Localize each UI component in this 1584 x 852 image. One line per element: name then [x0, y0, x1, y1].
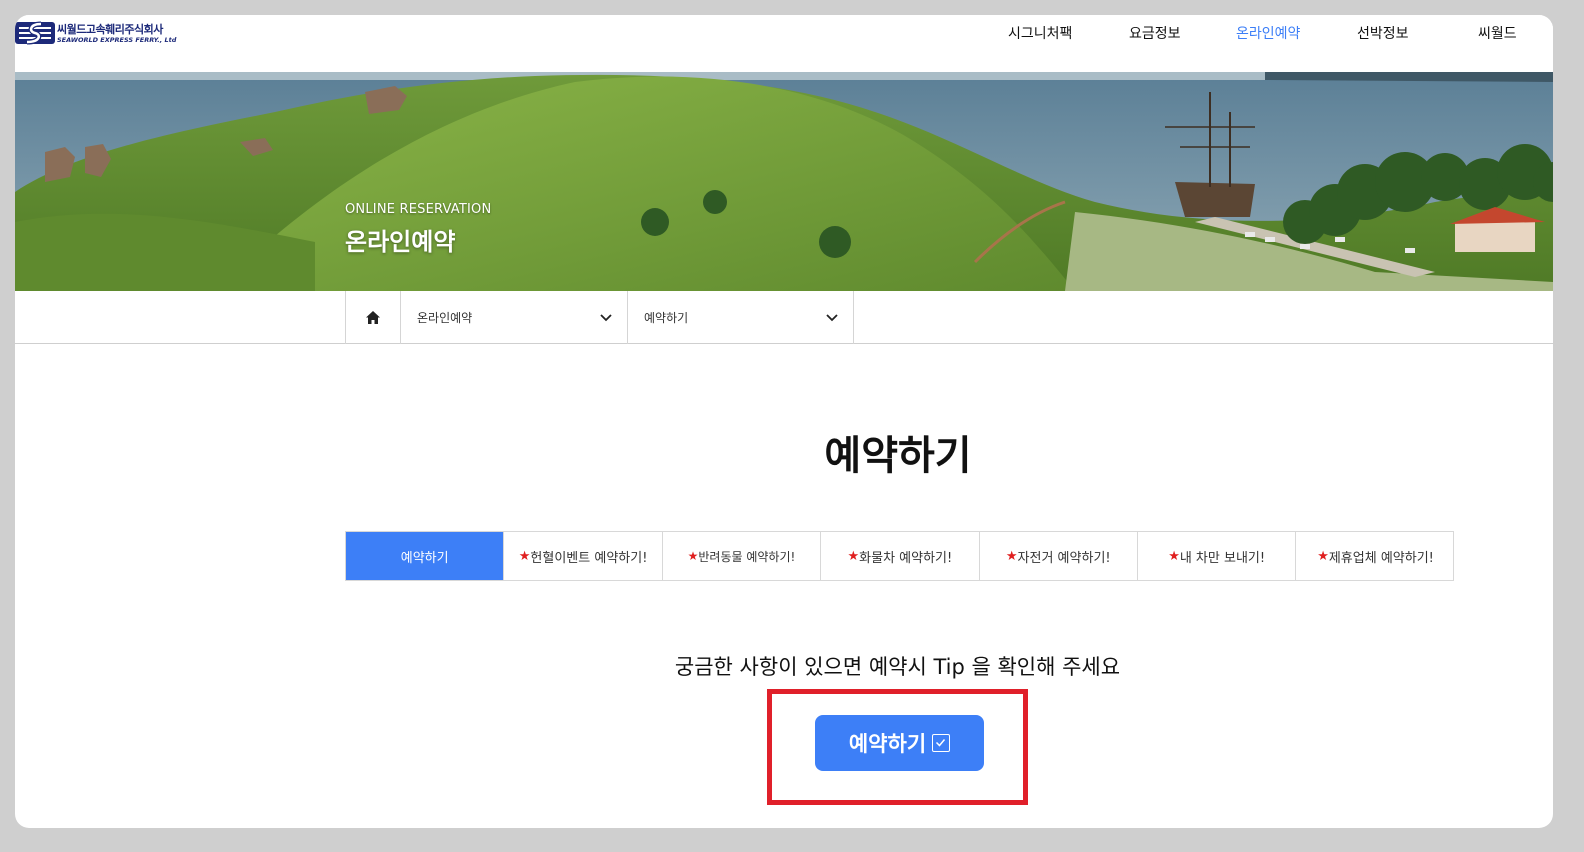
page-title-text: 예약하기 — [824, 433, 972, 479]
chevron-down-icon — [600, 314, 612, 322]
tab-label: 제휴업체 예약하기! — [1328, 550, 1434, 566]
checkbox-icon — [932, 734, 951, 752]
tab-label: 헌혈이벤트 예약하기! — [530, 550, 648, 566]
brand-name-ko: 씨월드고속훼리주식회사 — [57, 23, 163, 36]
star-icon: ★ — [1168, 548, 1180, 564]
brand-logo[interactable]: 씨월드고속훼리주식회사 SEAWORLD EXPRESS FERRY., Ltd — [15, 20, 177, 50]
tab-reservation[interactable]: 예약하기 — [346, 532, 505, 580]
home-icon — [366, 311, 380, 324]
tab-label: 예약하기 — [400, 550, 449, 566]
star-icon: ★ — [518, 548, 531, 564]
hero-landscape-image — [15, 72, 1553, 291]
breadcrumb-level2-select[interactable]: 예약하기 — [628, 291, 854, 344]
tab-truck-reservation[interactable]: ★ 화물차 예약하기! — [821, 532, 980, 580]
hero-banner: ONLINE RESERVATION 온라인예약 — [15, 72, 1553, 291]
browser-page: 씨월드고속훼리주식회사 SEAWORLD EXPRESS FERRY., Ltd… — [15, 15, 1553, 828]
breadcrumb-level1-label: 온라인예약 — [417, 311, 473, 325]
breadcrumb-home-button[interactable] — [345, 291, 401, 344]
tab-blood-donation-event[interactable]: ★ 헌혈이벤트 예약하기! — [504, 532, 663, 580]
reservation-tip-text: 궁금한 사항이 있으면 예약시 Tip 을 확인해 주세요 — [674, 655, 1121, 679]
reserve-button-label: 예약하기 — [848, 732, 927, 756]
nav-seaworld[interactable]: 씨월드 — [1478, 23, 1517, 43]
tab-bicycle-reservation[interactable]: ★ 자전거 예약하기! — [980, 532, 1138, 580]
chevron-down-icon — [826, 314, 838, 322]
star-icon: ★ — [1317, 548, 1329, 564]
breadcrumb: 온라인예약 예약하기 — [15, 291, 1553, 344]
tab-label: 화물차 예약하기! — [859, 550, 953, 566]
tab-car-only[interactable]: ★ 내 차만 보내기! — [1138, 532, 1297, 580]
logo-mark-icon — [15, 21, 55, 45]
tab-label: 자전거 예약하기! — [1017, 550, 1111, 566]
hero-title: 온라인예약 — [345, 228, 456, 256]
reserve-button[interactable]: 예약하기 — [815, 715, 984, 771]
site-header: 씨월드고속훼리주식회사 SEAWORLD EXPRESS FERRY., Ltd… — [15, 15, 1553, 72]
tab-label: 내 차만 보내기! — [1179, 550, 1266, 566]
nav-fare-info[interactable]: 요금정보 — [1129, 23, 1181, 43]
tab-label: 반려동물 예약하기! — [698, 549, 796, 564]
star-icon: ★ — [847, 548, 860, 564]
tab-pet-reservation[interactable]: ★ 반려동물 예약하기! — [663, 532, 822, 580]
brand-name-en: SEAWORLD EXPRESS FERRY., Ltd — [57, 36, 177, 44]
page-title: 예약하기 — [698, 423, 1098, 481]
nav-online-reservation[interactable]: 온라인예약 — [1236, 23, 1300, 43]
star-icon: ★ — [687, 549, 699, 563]
tab-partner-reservation[interactable]: ★ 제휴업체 예약하기! — [1296, 532, 1454, 580]
breadcrumb-level2-label: 예약하기 — [644, 311, 689, 325]
nav-signature-pack[interactable]: 시그니처팩 — [1008, 23, 1072, 43]
hero-subtitle: ONLINE RESERVATION — [345, 202, 492, 217]
star-icon: ★ — [1005, 548, 1018, 564]
breadcrumb-level1-select[interactable]: 온라인예약 — [401, 291, 628, 344]
nav-ship-info[interactable]: 선박정보 — [1357, 23, 1409, 43]
reservation-tabs: 예약하기 ★ 헌혈이벤트 예약하기! ★ 반려동물 예약하기! ★ 화물차 예약하기!… — [345, 531, 1454, 581]
